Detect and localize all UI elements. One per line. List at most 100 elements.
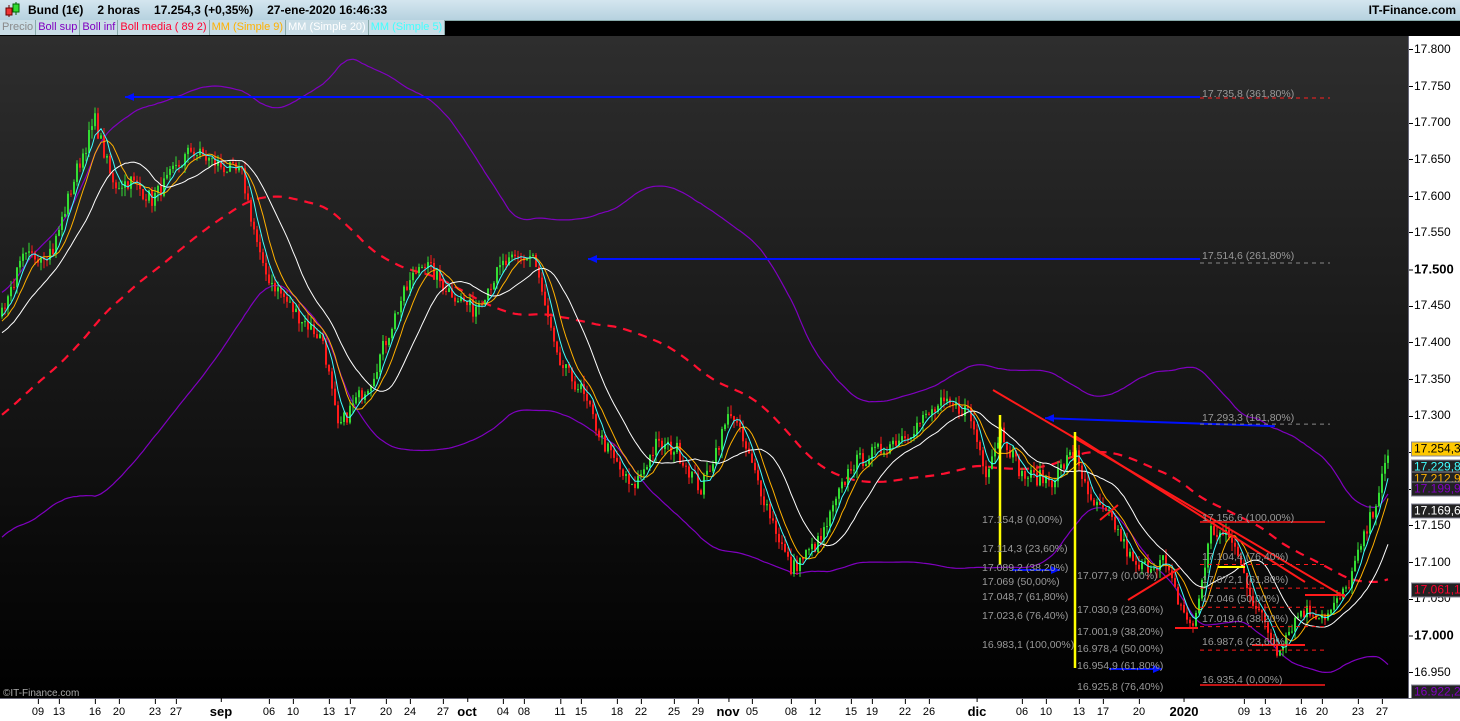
- candle-body: [400, 300, 402, 313]
- candle-body: [778, 533, 780, 543]
- date-tick: 15: [844, 699, 858, 718]
- candle-body: [340, 422, 342, 424]
- candle-body: [988, 468, 990, 478]
- candle-body: [1357, 549, 1359, 561]
- candle-body: [1375, 506, 1377, 518]
- candle-body: [466, 301, 468, 306]
- candle-body: [457, 300, 459, 302]
- legend-item[interactable]: MM (Simple 20): [286, 20, 369, 35]
- candle-body: [79, 163, 81, 168]
- fib-label: 16.983,1 (100,00%): [982, 639, 1075, 652]
- candle-body: [289, 301, 291, 303]
- candle-body: [253, 221, 255, 230]
- candle-body: [700, 490, 702, 495]
- price-axis[interactable]: 17.800 17.750 17.700 17.650 17.600 17.550 17.5…: [1408, 36, 1460, 700]
- candle-body: [850, 468, 852, 471]
- fib-label: 17.154,8 (0,00%): [982, 513, 1063, 526]
- candle-body: [883, 452, 885, 454]
- candle-body: [1198, 598, 1200, 613]
- candle-body: [1069, 452, 1071, 456]
- candle-body: [328, 364, 330, 372]
- date-tick: 10: [1039, 699, 1053, 718]
- price-tick: 17.150: [1409, 518, 1451, 532]
- legend-item[interactable]: Boll inf: [80, 20, 119, 35]
- date-tick: 19: [865, 699, 879, 718]
- candle-body: [475, 306, 477, 317]
- legend-item[interactable]: Boll sup: [36, 20, 81, 35]
- fib-label: 16.925,8 (76,40%): [1077, 681, 1164, 694]
- candle-body: [616, 457, 618, 462]
- candle-body: [1213, 525, 1215, 535]
- fib-label: 17.001,9 (38,20%): [1077, 625, 1164, 638]
- candle-body: [721, 429, 723, 450]
- date-tick: 20: [112, 699, 126, 718]
- candle-body: [130, 176, 132, 189]
- candle-body: [862, 453, 864, 467]
- legend-item[interactable]: MM (Simple 5): [368, 20, 446, 35]
- candle-body: [394, 313, 396, 329]
- candle-body: [859, 453, 861, 455]
- candle-body: [1384, 462, 1386, 474]
- legend-item[interactable]: Precio: [0, 20, 37, 35]
- date-tick: 13: [1258, 699, 1272, 718]
- candle-body: [844, 481, 846, 485]
- candle-body: [985, 466, 987, 478]
- candle-body: [169, 168, 171, 175]
- date-tick: 26: [922, 699, 936, 718]
- candle-body: [205, 155, 207, 161]
- candle-body: [628, 474, 630, 484]
- date-tick: 20: [379, 699, 393, 718]
- candle-body: [382, 340, 384, 355]
- candle-body: [580, 384, 582, 390]
- candle-body: [1216, 534, 1218, 537]
- candle-body: [550, 317, 552, 328]
- candle-body: [208, 157, 210, 161]
- time-axis[interactable]: 09 13 16 20 23 27 sep 06 10 13 17 20 24 27 oct 04 08 11 15…: [0, 697, 1460, 721]
- price-tick: 17.550: [1409, 225, 1451, 239]
- candle-body: [19, 260, 21, 268]
- candle-body: [316, 334, 318, 339]
- candle-body: [760, 480, 762, 497]
- candle-body: [1183, 604, 1185, 613]
- candle-body: [1087, 481, 1089, 495]
- candle-body: [196, 154, 198, 156]
- candle-body: [67, 193, 69, 215]
- candle-body: [1120, 529, 1122, 542]
- candle-body: [718, 448, 720, 450]
- candle-body: [604, 435, 606, 452]
- candle-body: [178, 164, 180, 167]
- candle-body: [1036, 472, 1038, 486]
- candle-body: [1114, 516, 1116, 530]
- candle-body: [190, 147, 192, 152]
- candle-body: [424, 267, 426, 269]
- fib-label: 17.072,1 (61,80%): [1202, 574, 1289, 587]
- candle-body: [1360, 546, 1362, 550]
- date-tick: dic: [967, 697, 987, 719]
- candle-body: [373, 378, 375, 387]
- date-tick: 08: [517, 699, 531, 718]
- candle-body: [115, 182, 117, 189]
- candle-body: [976, 429, 978, 442]
- candle-body: [97, 113, 99, 139]
- candle-body: [982, 450, 984, 467]
- price-tick: 17.600: [1409, 189, 1451, 203]
- legend-item[interactable]: MM (Simple 9): [209, 20, 287, 35]
- candle-body: [1138, 564, 1140, 570]
- candle-body: [637, 475, 639, 489]
- legend-item[interactable]: Boll media ( 89 2): [118, 20, 210, 35]
- candle-body: [349, 405, 351, 423]
- price-tick: 17.650: [1409, 152, 1451, 166]
- candle-body: [1186, 612, 1188, 620]
- candle-body: [76, 163, 78, 182]
- date-tick: sep: [209, 697, 233, 719]
- candle-body: [94, 113, 96, 127]
- candle-body: [256, 229, 258, 243]
- date-tick: 16: [88, 699, 102, 718]
- date-tick: 13: [322, 699, 336, 718]
- candle-body: [598, 430, 600, 438]
- candle-body: [397, 312, 399, 314]
- candle-body: [619, 461, 621, 470]
- date-tick: 23: [148, 699, 162, 718]
- candle-body: [61, 216, 63, 230]
- candle-body: [166, 174, 168, 179]
